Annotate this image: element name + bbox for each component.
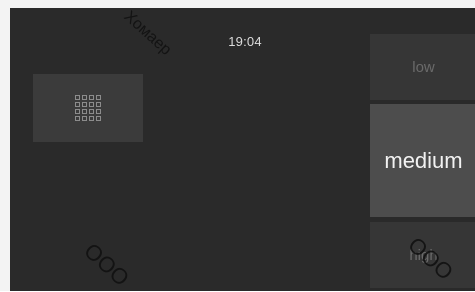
grid-icon [75,95,101,121]
speed-low-label: low [412,58,435,76]
device-frame: 19:04 low medium high Хомаер ООО ООО [0,0,475,291]
control-panel-screen: 19:04 low medium high [10,8,475,291]
clock-time: 19:04 [228,34,262,49]
speed-medium-label: medium [384,147,463,173]
menu-grid-button[interactable] [33,74,143,142]
speed-medium-button[interactable]: medium [370,104,475,217]
speed-low-button[interactable]: low [370,34,475,100]
speed-high-button[interactable]: high [370,222,475,288]
speed-high-label: high [409,246,438,264]
